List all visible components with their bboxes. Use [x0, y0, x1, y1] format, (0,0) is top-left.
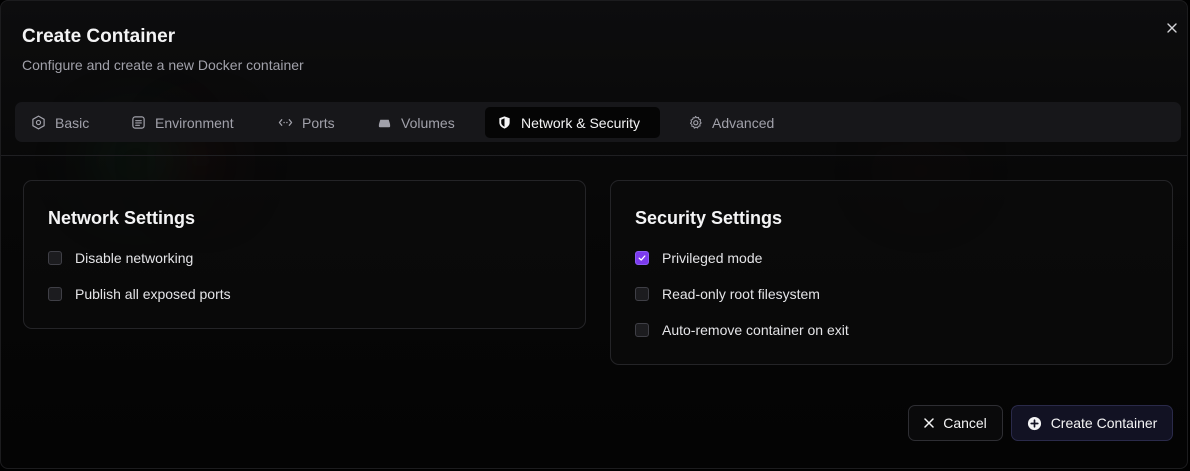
- tab-label: Network & Security: [521, 114, 641, 131]
- create-container-dialog: Create Container Configure and create a …: [0, 0, 1188, 469]
- network-settings-title: Network Settings: [48, 208, 196, 228]
- close-icon: [924, 418, 934, 428]
- tab-label: Basic: [55, 114, 90, 131]
- option-label: Auto-remove container on exit: [662, 322, 849, 338]
- create-label: Create Container: [1050, 415, 1158, 431]
- option-label: Read-only root filesystem: [662, 286, 820, 302]
- shield-icon: [499, 116, 510, 129]
- create-container-button[interactable]: Create Container: [1011, 405, 1173, 441]
- tab-label: Environment: [155, 114, 234, 131]
- close-button[interactable]: [1163, 19, 1181, 37]
- disable-networking-checkbox[interactable]: [48, 251, 62, 265]
- tab-ports[interactable]: Ports: [278, 107, 335, 138]
- divider: [1, 155, 1187, 156]
- cancel-label: Cancel: [943, 415, 987, 431]
- privileged-mode-checkbox[interactable]: [635, 251, 649, 265]
- readonly-rootfs-option[interactable]: Read-only root filesystem: [635, 286, 820, 302]
- gear-icon: [690, 115, 702, 129]
- tab-network-security[interactable]: Network & Security: [485, 107, 660, 138]
- dialog-subtitle: Configure and create a new Docker contai…: [22, 57, 304, 73]
- dialog-title: Create Container: [22, 26, 176, 47]
- tab-label: Advanced: [712, 114, 775, 131]
- privileged-mode-option[interactable]: Privileged mode: [635, 250, 762, 266]
- security-settings-card: Security Settings Privileged mode Read-o…: [610, 180, 1173, 365]
- auto-remove-checkbox[interactable]: [635, 323, 649, 337]
- option-label: Privileged mode: [662, 250, 763, 266]
- tab-advanced[interactable]: Advanced: [688, 107, 774, 138]
- close-icon: [1167, 23, 1177, 33]
- tab-label: Volumes: [401, 114, 455, 131]
- environment-icon: [132, 116, 145, 129]
- plus-circle-icon: [1027, 416, 1041, 430]
- hexagon-settings-icon: [32, 115, 45, 130]
- tab-environment[interactable]: Environment: [131, 107, 234, 138]
- drive-icon: [378, 119, 391, 128]
- publish-all-ports-checkbox[interactable]: [48, 287, 62, 301]
- option-label: Disable networking: [75, 250, 194, 266]
- cancel-button[interactable]: Cancel: [908, 405, 1003, 441]
- option-label: Publish all exposed ports: [75, 286, 231, 302]
- tab-volumes[interactable]: Volumes: [377, 107, 455, 138]
- readonly-rootfs-checkbox[interactable]: [635, 287, 649, 301]
- auto-remove-option[interactable]: Auto-remove container on exit: [635, 322, 849, 338]
- tab-bar: Basic Environment Ports Volumes Network …: [15, 102, 1181, 142]
- security-settings-title: Security Settings: [635, 208, 783, 228]
- network-settings-card: Network Settings Disable networking Publ…: [23, 180, 586, 329]
- tab-label: Ports: [302, 114, 335, 131]
- ports-arrows-icon: [278, 119, 293, 126]
- disable-networking-option[interactable]: Disable networking: [48, 250, 193, 266]
- check-icon: [638, 255, 646, 261]
- tab-basic[interactable]: Basic: [31, 107, 89, 138]
- publish-all-ports-option[interactable]: Publish all exposed ports: [48, 286, 231, 302]
